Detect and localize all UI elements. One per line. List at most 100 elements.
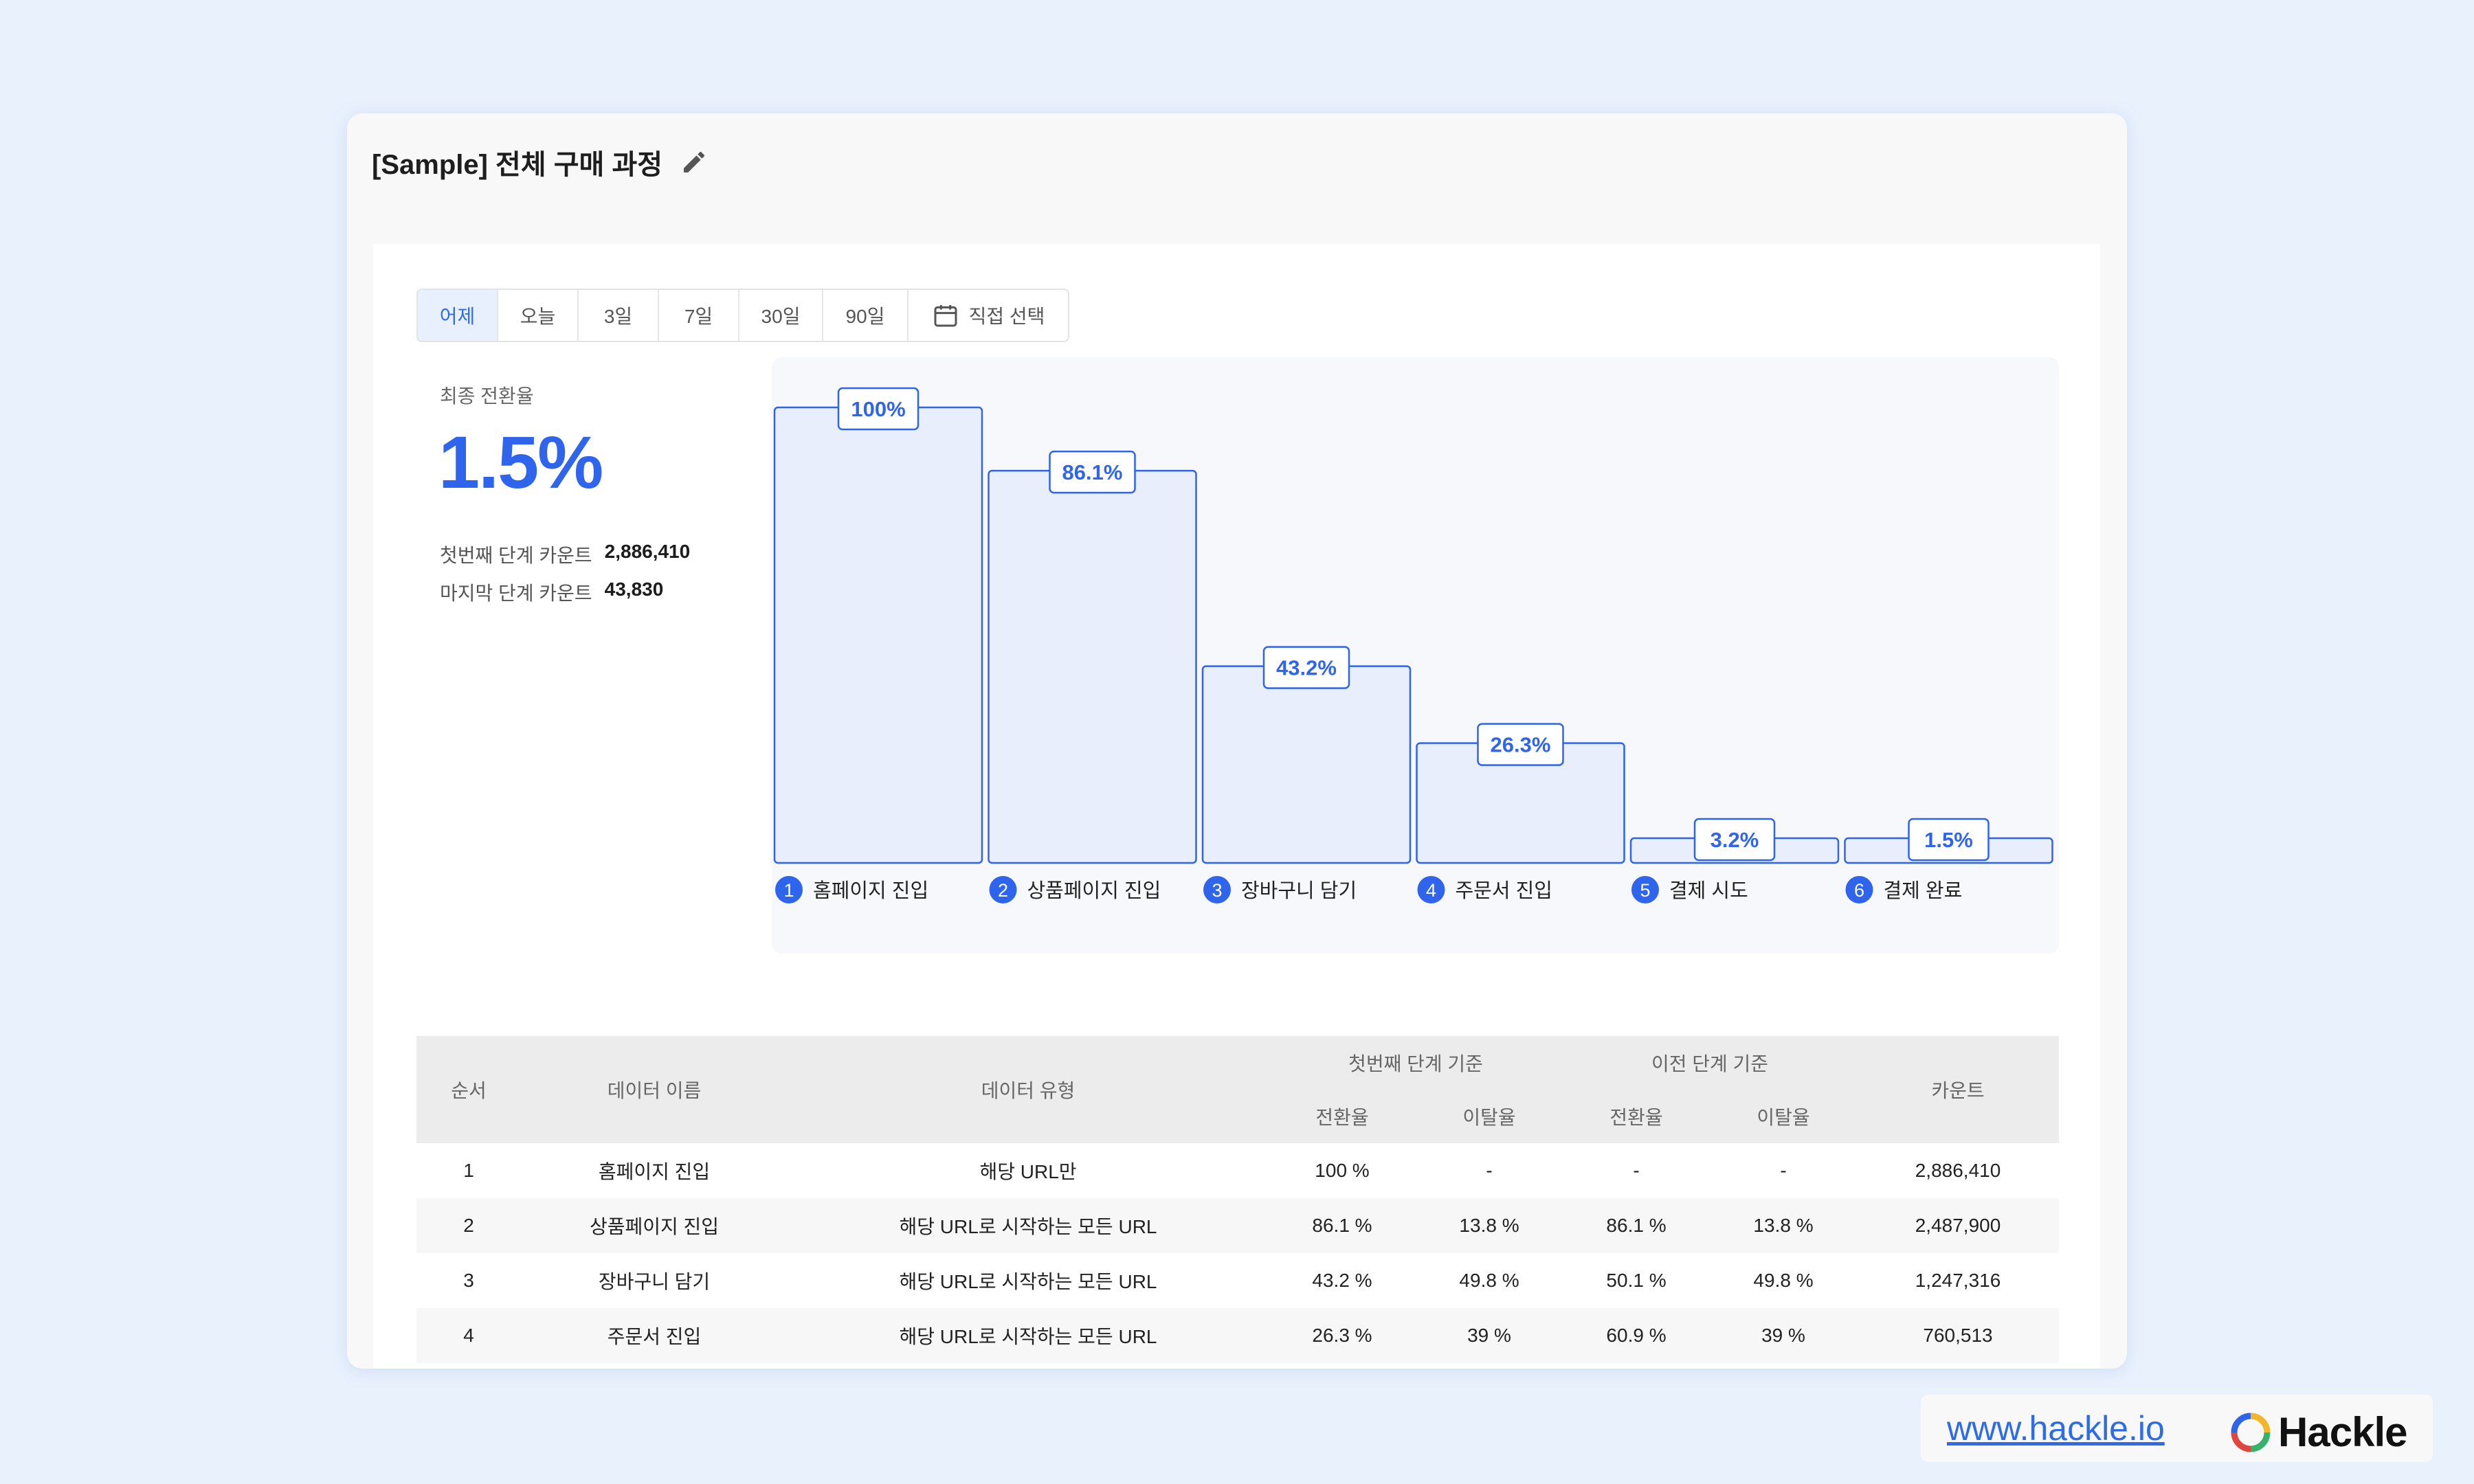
tab-today[interactable]: 오늘: [498, 290, 579, 341]
first-step-count-label: 첫번째 단계 카운트: [440, 545, 592, 566]
header-name: 데이터 이름: [521, 1036, 788, 1143]
brand-logo: Hackle: [2230, 1408, 2407, 1456]
brand-footer: www.hackle.io Hackle: [1921, 1395, 2433, 1462]
page-title: [Sample] 전체 구매 과정: [372, 150, 663, 180]
cell-count: 1,247,316: [1857, 1253, 2060, 1308]
cell-prev-conversion: 86.1 %: [1563, 1198, 1710, 1253]
cell-prev-conversion: 50.1 %: [1563, 1253, 1710, 1308]
bar-value-label: 1.5%: [1924, 828, 1973, 852]
header-order: 순서: [416, 1036, 521, 1143]
cell-count: 2,487,900: [1857, 1198, 2060, 1253]
cell-prev-conversion: -: [1563, 1143, 1710, 1198]
header-first-conversion: 전환율: [1269, 1090, 1416, 1143]
cell-count: 760,513: [1857, 1308, 2060, 1363]
funnel-bar[interactable]: [1201, 665, 1412, 864]
bar-value-label: 86.1%: [1062, 460, 1123, 484]
step-category-label: 결제 시도: [1669, 880, 1748, 902]
cell-first-churn: 13.8 %: [1416, 1198, 1563, 1253]
header-prev-conversion: 전환율: [1563, 1090, 1710, 1143]
tab-label: 3일: [603, 306, 633, 327]
cell-type: 해당 URL로 시작하는 모든 URL: [788, 1198, 1269, 1253]
cell-first-conversion: 26.3 %: [1269, 1308, 1416, 1363]
step-category-label: 결제 완료: [1884, 880, 1963, 902]
final-conversion-label: 최종 전환율: [440, 385, 534, 407]
bar-value-label: 26.3%: [1491, 733, 1551, 757]
first-step-count-value: 2,886,410: [604, 541, 691, 562]
cell-prev-churn: 39 %: [1710, 1308, 1858, 1363]
tab-label: 90일: [845, 306, 885, 327]
date-range-tabs: 어제 오늘 3일 7일 30일 90일 직접 선택: [416, 289, 1069, 342]
last-step-count-value: 43,830: [604, 578, 664, 600]
cell-first-churn: -: [1416, 1143, 1563, 1198]
cell-first-conversion: 86.1 %: [1269, 1198, 1416, 1253]
header-type: 데이터 유형: [788, 1036, 1269, 1143]
tab-label: 어제: [439, 306, 476, 327]
tab-3-days[interactable]: 3일: [579, 290, 659, 341]
tab-label: 오늘: [520, 306, 556, 327]
step-category-label: 상품페이지 진입: [1027, 879, 1161, 902]
cell-first-churn: 49.8 %: [1416, 1253, 1563, 1308]
step-category-label: 주문서 진입: [1456, 879, 1552, 902]
table-row: 4 주문서 진입 해당 URL로 시작하는 모든 URL 26.3 % 39 %…: [416, 1308, 2060, 1363]
bar-value-label: 100%: [851, 397, 905, 421]
tab-yesterday[interactable]: 어제: [418, 290, 498, 341]
tab-7-days[interactable]: 7일: [659, 290, 739, 341]
cell-name: 홈페이지 진입: [521, 1143, 788, 1198]
title-row: [Sample] 전체 구매 과정: [372, 142, 708, 182]
cell-order: 4: [416, 1308, 521, 1363]
header-first-churn: 이탈율: [1416, 1090, 1563, 1143]
cell-first-conversion: 43.2 %: [1269, 1253, 1416, 1308]
cell-count: 2,886,410: [1857, 1143, 2060, 1198]
cell-prev-conversion: 60.9 %: [1563, 1308, 1710, 1363]
first-step-count: 첫번째 단계 카운트 2,886,410: [440, 541, 690, 568]
cell-name: 장바구니 담기: [521, 1253, 788, 1308]
step-number: 2: [998, 880, 1008, 901]
cell-name: 상품페이지 진입: [521, 1198, 788, 1253]
tab-label: 30일: [761, 306, 801, 327]
funnel-bar[interactable]: [773, 406, 983, 864]
cell-prev-churn: 49.8 %: [1710, 1253, 1858, 1308]
final-conversion-value: 1.5%: [438, 420, 603, 504]
funnel-bar[interactable]: [988, 469, 1197, 864]
header-prev-step-group: 이전 단계 기준: [1563, 1036, 1858, 1090]
tab-custom-range[interactable]: 직접 선택: [909, 290, 1068, 341]
brand-name: Hackle: [2278, 1409, 2407, 1455]
last-step-count-label: 마지막 단계 카운트: [440, 583, 592, 604]
step-number: 3: [1212, 880, 1222, 901]
header-count: 카운트: [1857, 1036, 2060, 1143]
bar-value-label: 43.2%: [1276, 656, 1337, 680]
edit-icon[interactable]: [680, 148, 708, 176]
tab-90-days[interactable]: 90일: [823, 290, 909, 341]
table-row: 1 홈페이지 진입 해당 URL만 100 % - - - 2,886,410: [416, 1143, 2060, 1198]
brand-url-link[interactable]: www.hackle.io: [1947, 1408, 2165, 1448]
cell-first-churn: 39 %: [1416, 1308, 1563, 1363]
step-number: 6: [1854, 880, 1864, 901]
cell-type: 해당 URL만: [788, 1143, 1269, 1198]
table-row: 3 장바구니 담기 해당 URL로 시작하는 모든 URL 43.2 % 49.…: [416, 1253, 2060, 1308]
cell-type: 해당 URL로 시작하는 모든 URL: [788, 1253, 1269, 1308]
step-category-label: 홈페이지 진입: [813, 879, 928, 902]
content-panel: 어제 오늘 3일 7일 30일 90일 직접 선택 최종 전환율 1.5% 첫번…: [373, 244, 2100, 1369]
step-number: 4: [1426, 880, 1436, 901]
cell-order: 2: [416, 1198, 521, 1253]
step-number: 5: [1640, 880, 1650, 901]
calendar-icon: [934, 305, 957, 327]
funnel-card: [Sample] 전체 구매 과정 어제 오늘 3일 7일 30일 90일 직접…: [347, 113, 2127, 1369]
header-prev-churn: 이탈율: [1710, 1090, 1858, 1143]
bar-value-label: 3.2%: [1710, 828, 1759, 852]
last-step-count: 마지막 단계 카운트 43,830: [440, 578, 663, 606]
step-category-label: 장바구니 담기: [1241, 880, 1357, 902]
cell-order: 3: [416, 1253, 521, 1308]
cell-prev-churn: 13.8 %: [1710, 1198, 1858, 1253]
cell-order: 1: [416, 1143, 521, 1198]
tab-label: 7일: [684, 306, 713, 327]
tab-30-days[interactable]: 30일: [739, 290, 823, 341]
table-row: 2 상품페이지 진입 해당 URL로 시작하는 모든 URL 86.1 % 13…: [416, 1198, 2060, 1253]
funnel-chart: 100% 1 홈페이지 진입 86.1% 2 상품페이지 진입 43.2% 3 장바구니 담기 2…: [772, 357, 2059, 954]
tab-label: 직접 선택: [968, 306, 1045, 327]
cell-prev-churn: -: [1710, 1143, 1858, 1198]
funnel-table: 순서 데이터 이름 데이터 유형 첫번째 단계 기준 이전 단계 기준 카운트 …: [416, 1036, 2060, 1363]
step-number: 1: [783, 880, 794, 901]
cell-type: 해당 URL로 시작하는 모든 URL: [788, 1308, 1269, 1363]
cell-name: 주문서 진입: [521, 1308, 788, 1363]
